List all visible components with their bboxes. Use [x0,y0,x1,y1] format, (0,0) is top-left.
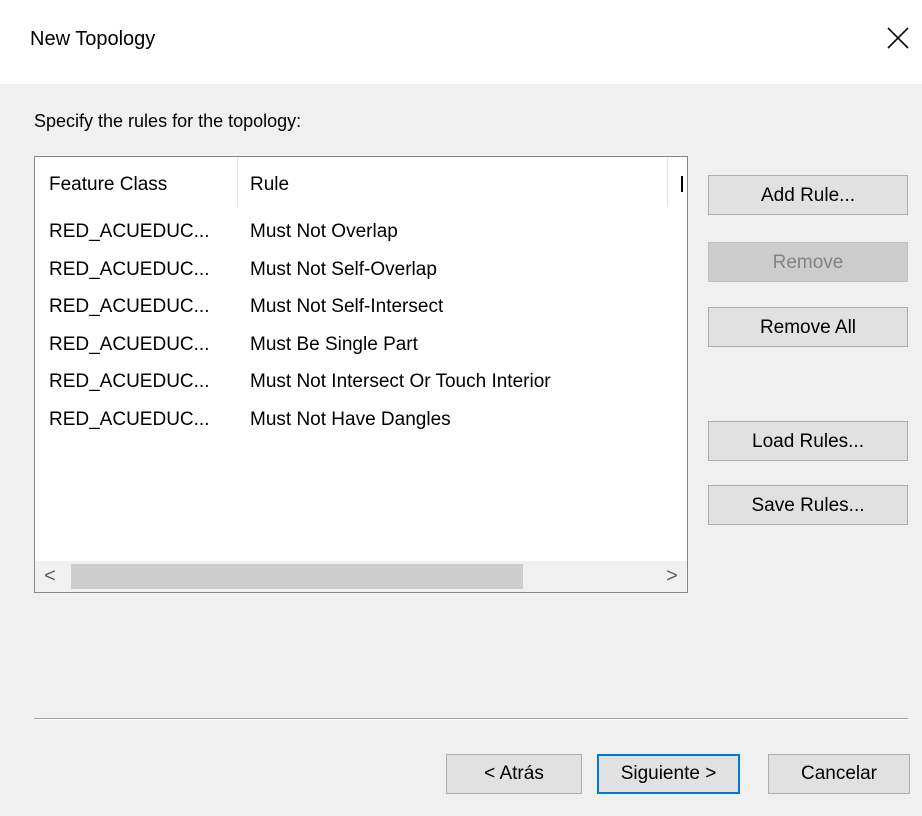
scrollbar-thumb[interactable] [71,564,523,589]
feature-class-cell: RED_ACUEDUC... [49,221,210,242]
remove-button[interactable]: Remove [708,242,908,282]
save-rules-button[interactable]: Save Rules... [708,485,908,525]
footer-divider-highlight [34,719,908,720]
feature-class-cell: RED_ACUEDUC... [49,258,210,280]
feature-class-cell: RED_ACUEDUC... [49,371,210,392]
rule-cell: Must Be Single Part [250,333,418,355]
rule-cell: Must Not Overlap [250,221,398,242]
feature-class-cell: RED_ACUEDUC... [49,333,210,355]
column-header-rule[interactable]: Rule [250,157,665,209]
list-item[interactable]: RED_ACUEDUC... Must Not Self-Intersect [35,288,687,326]
new-topology-dialog: New Topology Specify the rules for the t… [0,0,922,816]
rules-list-header: Feature Class Rule [35,157,687,209]
dialog-title: New Topology [30,28,156,50]
rule-cell: Must Not Self-Overlap [250,258,437,280]
column-separator[interactable] [237,157,238,207]
rule-cell: Must Not Have Dangles [250,408,451,430]
add-rule-button[interactable]: Add Rule... [708,175,908,215]
feature-class-cell: RED_ACUEDUC... [49,408,210,430]
list-item[interactable]: RED_ACUEDUC... Must Not Have Dangles [35,401,687,439]
rule-cell: Must Not Intersect Or Touch Interior [250,371,551,392]
title-bar: New Topology [0,0,922,84]
list-item[interactable]: RED_ACUEDUC... Must Be Single Part [35,326,687,364]
scroll-right-icon[interactable]: > [657,561,687,592]
rule-cell: Must Not Self-Intersect [250,296,444,317]
column-header-extra[interactable] [681,157,687,209]
column-header-feature-class[interactable]: Feature Class [49,157,235,209]
close-icon[interactable] [880,20,916,56]
list-item[interactable]: RED_ACUEDUC... Must Not Intersect Or Tou… [35,363,687,401]
cancel-button[interactable]: Cancelar [768,754,910,794]
list-item[interactable]: RED_ACUEDUC... Must Not Self-Overlap [35,251,687,289]
feature-class-cell: RED_ACUEDUC... [49,296,210,317]
list-item[interactable]: RED_ACUEDUC... Must Not Overlap [35,213,687,251]
next-button[interactable]: Siguiente > [597,754,740,794]
instruction-label: Specify the rules for the topology: [34,111,302,131]
column-separator[interactable] [667,157,668,207]
back-button[interactable]: < Atrás [446,754,582,794]
remove-all-button[interactable]: Remove All [708,307,908,347]
scroll-left-icon[interactable]: < [35,561,65,592]
load-rules-button[interactable]: Load Rules... [708,421,908,461]
rules-list[interactable]: Feature Class Rule RED_ACUEDUC... Must N… [34,156,688,593]
rules-list-rows: RED_ACUEDUC... Must Not Overlap RED_ACUE… [35,213,687,438]
horizontal-scrollbar[interactable]: < > [35,561,687,592]
